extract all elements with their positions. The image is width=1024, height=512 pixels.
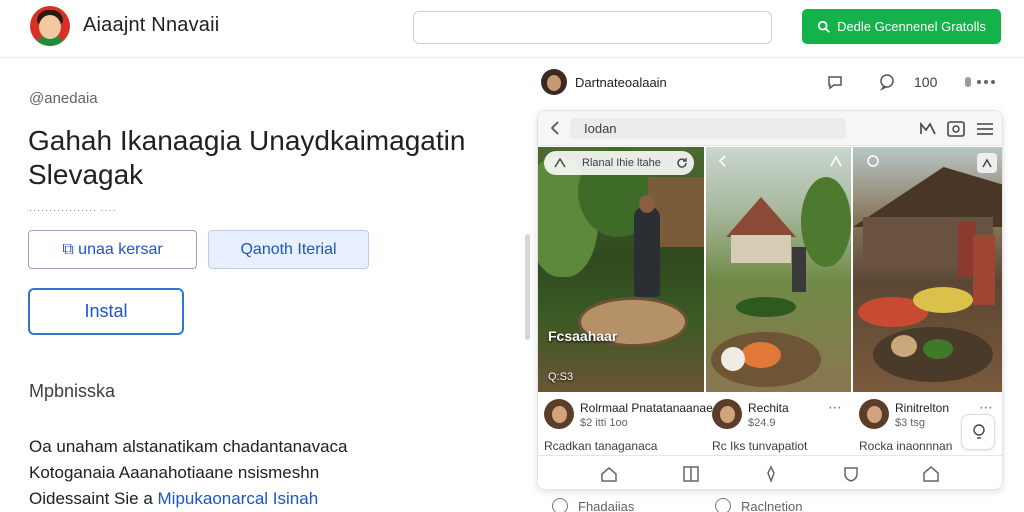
scrollbar[interactable] [525,234,530,340]
photo-subcaption: Q:S3 [548,371,574,383]
share-icon[interactable] [828,153,844,169]
item-text: Rcadkan tanaganaca [544,439,658,453]
post-card: Iodan Rlanal Ihie ltahe Fcsaahaar Q:S3 R… [537,110,1003,490]
seller-name: Rechita [748,401,789,415]
bookmark-icon[interactable] [918,120,938,138]
image-icon[interactable] [946,119,966,139]
list-item[interactable]: Rechita $24.9 ⋯ Rc Iks tunvapatiot [706,396,851,456]
card-footer-nav [538,455,1002,489]
search-icon [817,20,830,33]
home-icon[interactable] [598,464,620,484]
chat-icon [970,423,988,441]
photo-caption: Fcsaahaar [548,328,618,344]
item-price: $2 itti 1oo [580,417,628,429]
comment-icon[interactable] [825,72,845,92]
shield-icon[interactable] [840,464,862,484]
install-button[interactable]: Instal [28,288,184,335]
cta-button[interactable]: Dedle Gcennenel Gratolls [802,9,1001,44]
seller-avatar[interactable] [859,399,889,429]
like-count: 100 [914,74,938,90]
option-row[interactable]: Fhadaiias [552,498,634,512]
card-title: Iodan [584,121,617,136]
cta-label: Dedle Gcennenel Gratolls [837,19,986,34]
photo-market[interactable] [853,147,1002,392]
card-toolbar: Iodan [538,111,1002,146]
page-title: Gahah Ikanaagia Unaydkaimagatin Slevagak [28,125,466,190]
section-heading: Mpbnisska [29,381,116,401]
camera-icon [552,155,568,171]
description-line: Oidessaint Sie a Mipukaonarcal Isinah [29,489,318,509]
pin-icon[interactable] [760,464,782,484]
radio-button[interactable] [715,498,731,512]
search-input[interactable] [413,11,772,44]
app-logo[interactable] [30,6,70,46]
app-name: Aiaajnt Nnavaii [83,14,220,36]
author-name[interactable]: Dartnateoalaain [575,75,667,90]
photo-location-pill[interactable]: Rlanal Ihie ltahe [544,151,694,175]
back-arrow-icon[interactable] [546,119,564,137]
item-text: Rocka inaonnnan [859,439,953,453]
photo-village[interactable] [706,147,851,392]
refresh-icon[interactable] [674,155,690,171]
option-label: Fhadaiias [578,498,635,512]
chat-bubble-button[interactable] [961,414,995,450]
primary-outline-button[interactable]: ⧉ unaa kersar [28,230,197,269]
back-icon[interactable] [714,153,730,169]
grid-icon[interactable] [680,464,702,484]
list-icon[interactable] [975,120,995,138]
radio-button[interactable] [552,498,568,512]
item-price: $24.9 [748,417,776,429]
account-handle[interactable]: @anedaia [29,90,98,107]
list-item[interactable]: Rolrmaal Pnatatanaanae $2 itti 1oo Rcadk… [538,396,713,456]
seller-avatar[interactable] [544,399,574,429]
more-icon[interactable] [962,73,998,91]
secondary-button[interactable]: Qanoth Iterial [208,230,369,269]
store-icon[interactable] [920,464,942,484]
description-text: Oidessaint Sie a [29,489,158,508]
photo-pill-text: Rlanal Ihie ltahe [582,157,661,169]
description-line: Oa unaham alstanatikam chadantanavaca [29,437,348,456]
option-label: Raclnetion [741,498,803,512]
more-icon[interactable]: ⋯ [828,399,842,416]
photo-jungle[interactable]: Rlanal Ihie ltahe Fcsaahaar Q:S3 [538,147,704,392]
option-row[interactable]: Raclnetion [715,498,802,512]
item-price: $3 tsg [895,417,925,429]
top-bar: Aiaajnt Nnavaii Dedle Gcennenel Gratolls [0,0,1024,58]
seller-name: Rolrmaal Pnatatanaanae [580,401,713,415]
description-link[interactable]: Mipukaonarcal Isinah [158,489,319,508]
chat-icon[interactable] [877,72,897,92]
account-icon[interactable] [977,153,997,173]
seller-avatar[interactable] [712,399,742,429]
item-text: Rc Iks tunvapatiot [712,439,808,453]
description-line: Kotoganaia Aaanahotiaane nsismeshn [29,463,320,482]
author-avatar[interactable] [541,69,567,95]
meta-line: ················· ···· [29,205,117,215]
timer-icon[interactable] [865,153,881,169]
seller-name: Rinitrelton [895,401,950,415]
